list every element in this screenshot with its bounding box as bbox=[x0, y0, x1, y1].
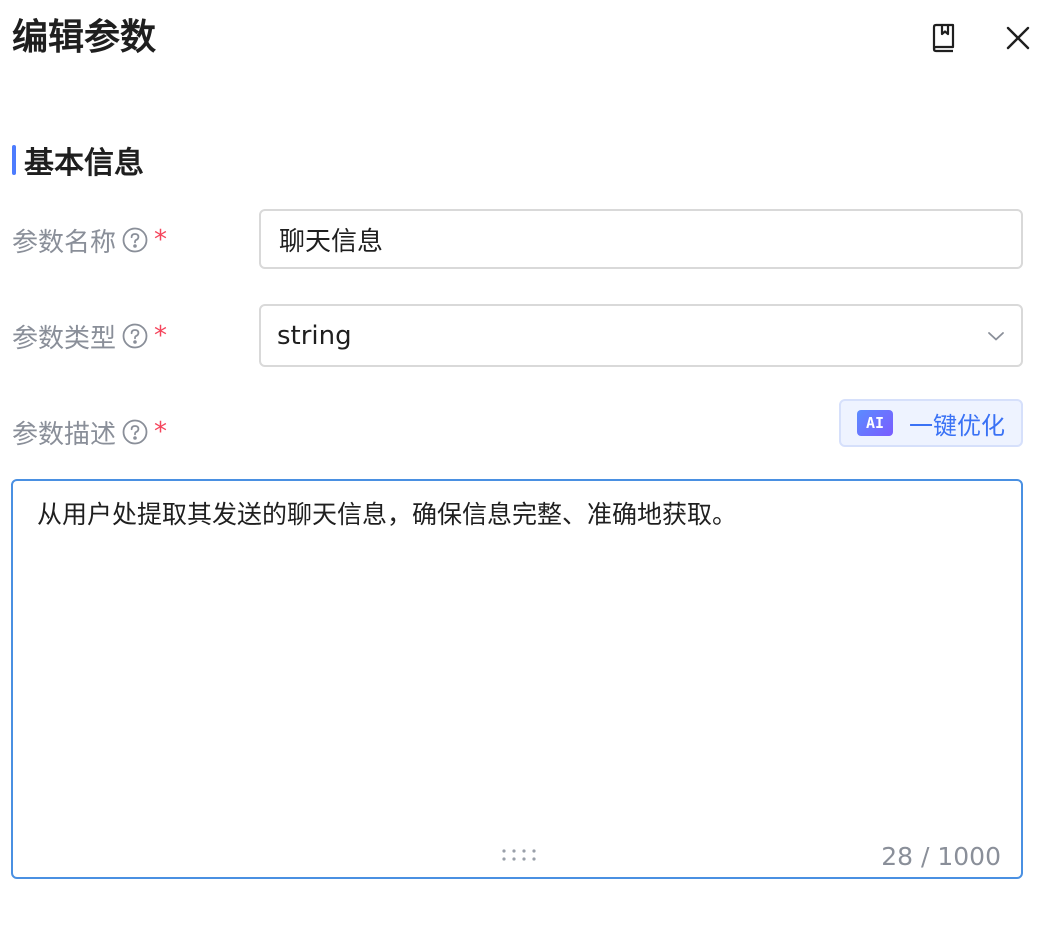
char-count: 28 / 1000 bbox=[881, 842, 1001, 871]
char-count-separator: / bbox=[913, 842, 938, 871]
question-circle-icon[interactable] bbox=[122, 419, 148, 445]
param-type-select[interactable]: string bbox=[259, 304, 1023, 367]
param-desc-label-row: 参数描述 * bbox=[12, 412, 167, 452]
close-button[interactable] bbox=[998, 18, 1038, 58]
question-circle-icon[interactable] bbox=[122, 227, 148, 253]
edit-parameter-panel: 编辑参数 基本信息 参数名称 * 参数类型 bbox=[0, 0, 1039, 941]
ai-optimize-button[interactable]: AI 一键优化 bbox=[839, 399, 1023, 447]
section-basic-info: 基本信息 bbox=[12, 140, 144, 181]
required-mark: * bbox=[154, 321, 168, 351]
ai-badge-icon: AI bbox=[857, 410, 893, 436]
param-type-label-row: 参数类型 * bbox=[12, 316, 167, 356]
question-circle-icon[interactable] bbox=[122, 323, 148, 349]
ai-optimize-label: 一键优化 bbox=[909, 411, 1005, 440]
char-count-current: 28 bbox=[881, 842, 914, 871]
required-mark: * bbox=[154, 225, 168, 255]
param-desc-label: 参数描述 bbox=[12, 419, 117, 450]
close-icon bbox=[1006, 26, 1030, 50]
section-title: 基本信息 bbox=[24, 146, 144, 181]
param-desc-text[interactable]: 从用户处提取其发送的聊天信息，确保信息完整、准确地获取。 bbox=[37, 497, 997, 533]
param-type-label: 参数类型 bbox=[12, 323, 117, 354]
resize-handle-icon[interactable] bbox=[501, 847, 537, 863]
char-count-max: 1000 bbox=[937, 842, 1001, 871]
param-type-value: string bbox=[277, 320, 352, 351]
param-desc-textarea[interactable]: 从用户处提取其发送的聊天信息，确保信息完整、准确地获取。 28 / 1000 bbox=[11, 479, 1023, 879]
param-name-label-row: 参数名称 * bbox=[12, 220, 167, 260]
required-mark: * bbox=[154, 417, 168, 447]
param-name-label: 参数名称 bbox=[12, 227, 117, 258]
section-accent-bar bbox=[12, 145, 16, 175]
book-button[interactable] bbox=[923, 18, 963, 58]
param-name-input[interactable] bbox=[259, 209, 1023, 269]
chevron-down-icon bbox=[988, 331, 1004, 340]
panel-title: 编辑参数 bbox=[12, 17, 157, 58]
book-icon bbox=[932, 23, 955, 53]
